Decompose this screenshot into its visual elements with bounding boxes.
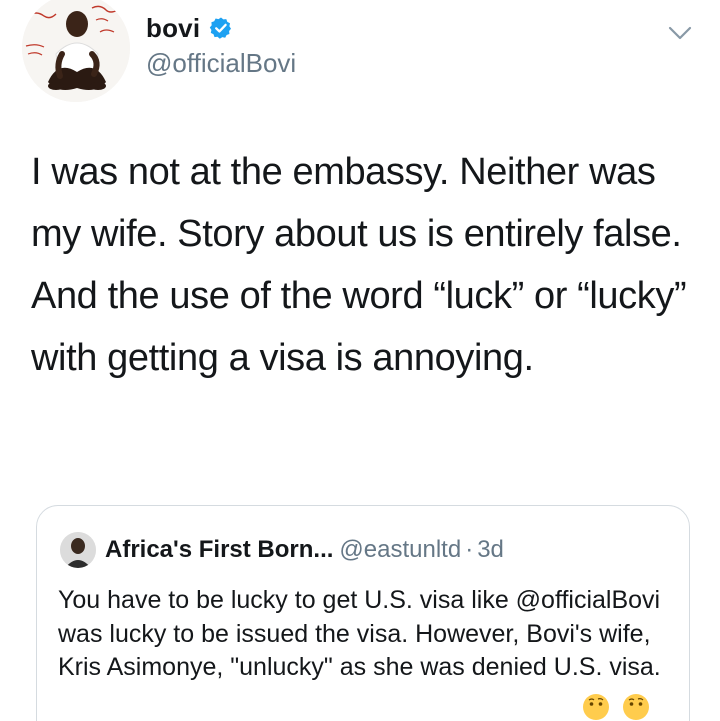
author-avatar[interactable] (22, 0, 130, 102)
tweet-screenshot: bovi @officialBovi I was not at the emba… (0, 0, 720, 721)
verified-badge-icon (209, 17, 231, 39)
author-handle[interactable]: @officialBovi (146, 48, 296, 79)
thinking-face-emoji-icon (623, 694, 649, 720)
quoted-tweet-header: Africa's First Born... @eastunltd · 3d (105, 536, 504, 564)
tweet-text: I was not at the embassy. Neither was my… (31, 151, 687, 379)
quoted-author-handle[interactable]: @eastunltd (339, 536, 461, 563)
quoted-tweet-text: You have to be lucky to get U.S. visa li… (58, 586, 661, 681)
quoted-author-name[interactable]: Africa's First Born... (105, 536, 333, 563)
author-display-name[interactable]: bovi (146, 13, 200, 44)
quoted-tweet-card[interactable]: Africa's First Born... @eastunltd · 3d You … (36, 505, 690, 721)
chevron-down-icon[interactable] (666, 22, 694, 44)
header-separator: · (465, 536, 474, 563)
quoted-tweet-time[interactable]: 3d (477, 536, 504, 563)
thinking-face-emoji-icon (583, 694, 609, 720)
quoted-author-avatar[interactable] (60, 532, 96, 568)
